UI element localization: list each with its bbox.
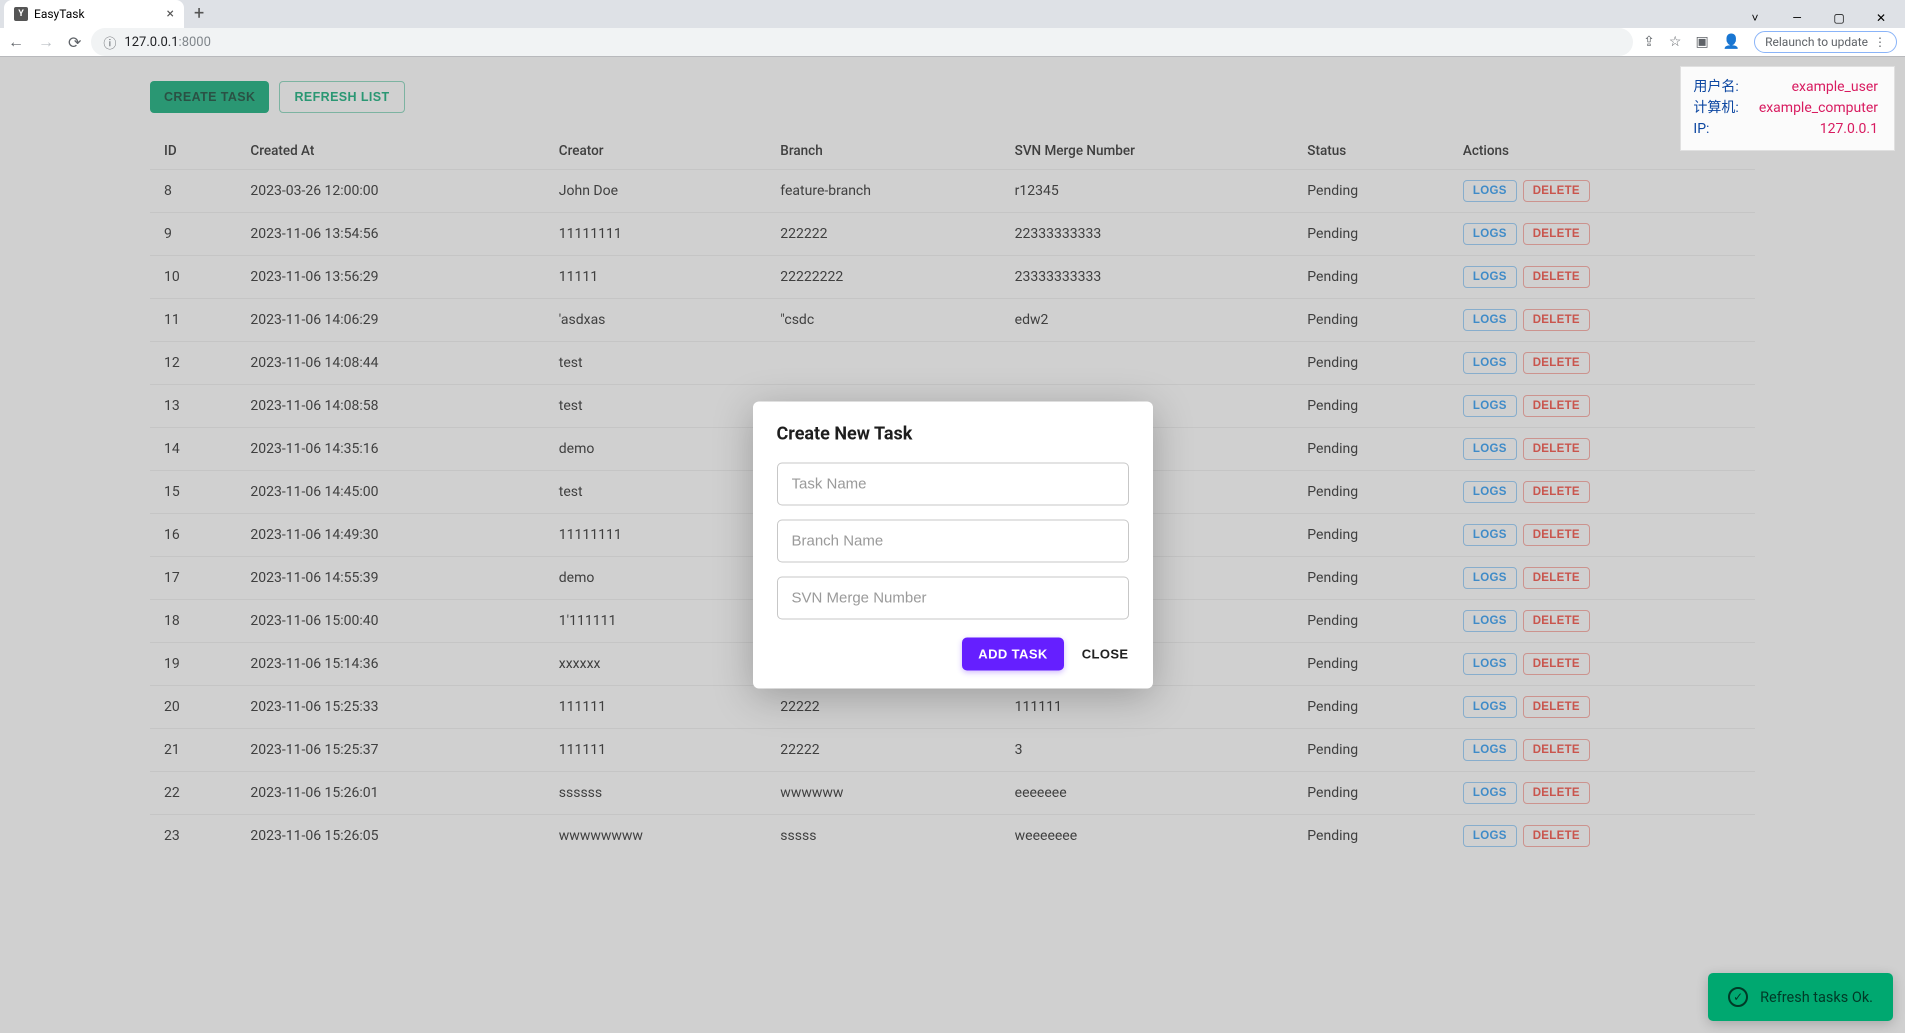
reload-icon[interactable]: ⟳: [68, 33, 81, 52]
profile-icon[interactable]: 👤: [1723, 34, 1740, 50]
tab-favicon-icon: Y: [14, 7, 28, 21]
side-panel-icon[interactable]: ▣: [1695, 34, 1708, 50]
address-bar: ← → ⟳ ⓘ 127.0.0.1:8000 ⇪ ☆ ▣ 👤 Relaunch …: [0, 28, 1905, 57]
modal-title: Create New Task: [777, 423, 1129, 444]
branch-name-input[interactable]: [777, 519, 1129, 562]
svn-number-input[interactable]: [777, 576, 1129, 619]
close-icon[interactable]: ×: [167, 6, 174, 22]
new-tab-button[interactable]: +: [194, 3, 204, 28]
info-ip-value: 127.0.0.1: [1820, 119, 1878, 140]
info-user-label: 用户名:: [1693, 77, 1738, 98]
add-task-button[interactable]: ADD TASK: [962, 637, 1063, 670]
toast-message: Refresh tasks Ok.: [1760, 989, 1873, 1006]
share-icon[interactable]: ⇪: [1643, 34, 1655, 50]
bookmark-icon[interactable]: ☆: [1669, 34, 1682, 50]
window-controls: ˅ — ▢ ✕: [1743, 4, 1905, 28]
url-port: :8000: [179, 35, 211, 50]
back-icon[interactable]: ←: [8, 32, 24, 52]
url-input[interactable]: ⓘ 127.0.0.1:8000: [91, 28, 1633, 56]
browser-tab[interactable]: Y EasyTask ×: [4, 0, 184, 28]
info-panel: 用户名: example_user 计算机: example_computer IP…: [1680, 66, 1895, 151]
forward-icon: →: [38, 32, 54, 52]
chevron-down-icon[interactable]: ˅: [1743, 8, 1767, 28]
minimize-icon[interactable]: —: [1785, 8, 1809, 28]
site-info-icon[interactable]: ⓘ: [103, 33, 116, 52]
relaunch-label: Relaunch to update: [1765, 35, 1868, 49]
toast-success: ✓ Refresh tasks Ok.: [1708, 973, 1893, 1021]
create-task-modal: Create New Task ADD TASK CLOSE: [753, 401, 1153, 688]
menu-icon[interactable]: ⋮: [1874, 35, 1886, 49]
url-host: 127.0.0.1: [124, 35, 178, 50]
close-modal-button[interactable]: CLOSE: [1082, 646, 1129, 661]
tab-bar: Y EasyTask × + ˅ — ▢ ✕: [0, 0, 1905, 28]
maximize-icon[interactable]: ▢: [1827, 8, 1851, 28]
info-user-value: example_user: [1792, 77, 1878, 98]
browser-chrome: Y EasyTask × + ˅ — ▢ ✕ ← → ⟳ ⓘ 127.0.0.1…: [0, 0, 1905, 56]
info-host-value: example_computer: [1759, 98, 1878, 119]
info-ip-label: IP:: [1693, 119, 1709, 140]
check-circle-icon: ✓: [1728, 987, 1748, 1007]
task-name-input[interactable]: [777, 462, 1129, 505]
window-close-icon[interactable]: ✕: [1869, 8, 1893, 28]
info-host-label: 计算机:: [1693, 98, 1738, 119]
tab-title: EasyTask: [34, 7, 85, 21]
relaunch-button[interactable]: Relaunch to update ⋮: [1754, 31, 1897, 53]
